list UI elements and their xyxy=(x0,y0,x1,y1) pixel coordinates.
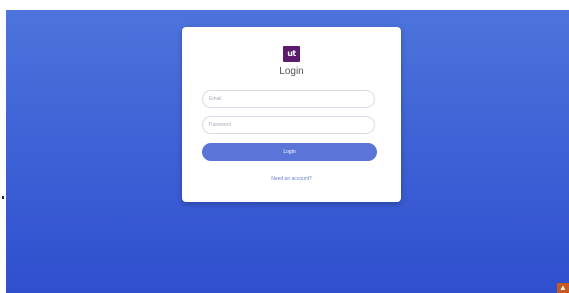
password-field[interactable] xyxy=(202,116,375,134)
login-button[interactable]: Login xyxy=(202,143,377,161)
login-card: ut Login Login Need an account? xyxy=(182,27,401,202)
logo-icon: ut xyxy=(283,46,300,62)
page-background: ut Login Login Need an account? xyxy=(6,10,569,293)
edge-mark xyxy=(2,196,4,199)
login-title: Login xyxy=(279,66,304,77)
warning-icon[interactable]: ▲ xyxy=(557,283,569,293)
email-field[interactable] xyxy=(202,90,375,108)
signup-link[interactable]: Need an account? xyxy=(182,176,401,182)
